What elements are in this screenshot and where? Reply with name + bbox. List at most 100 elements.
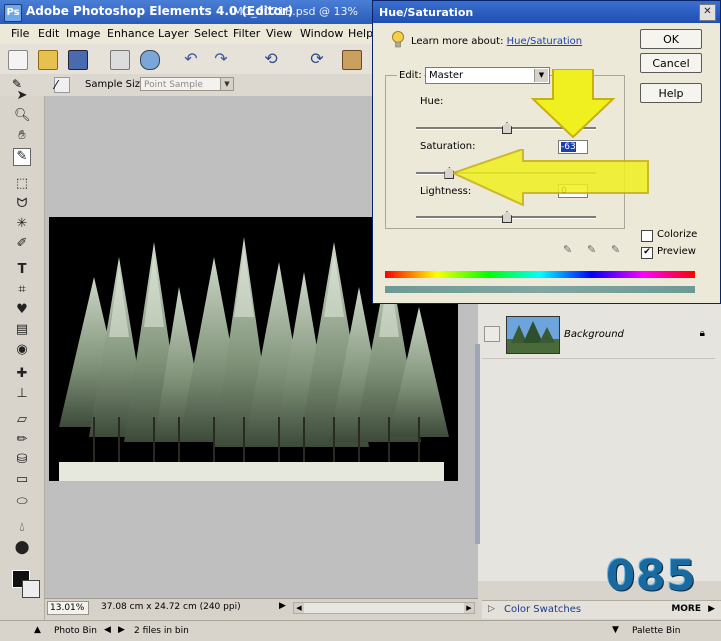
preview-checkbox[interactable]: ✔: [641, 247, 653, 259]
clone-stamp-tool-icon[interactable]: ⊥: [14, 386, 30, 402]
panel-collapse-handle[interactable]: [475, 344, 480, 544]
menu-enhance[interactable]: Enhance: [107, 27, 154, 40]
brush-tool-icon[interactable]: ✏: [14, 432, 30, 448]
hue-label: Hue:: [420, 96, 444, 107]
rotate-right-icon[interactable]: ⟳: [308, 50, 326, 68]
close-icon[interactable]: ✕: [699, 4, 716, 21]
lasso-tool-icon[interactable]: ᗢ: [14, 196, 30, 212]
hand-tool-icon[interactable]: ✋︎: [14, 128, 30, 144]
more-arrow-icon[interactable]: ▶: [708, 604, 715, 614]
visibility-toggle[interactable]: [484, 326, 500, 342]
files-in-bin-text: 2 files in bin: [134, 626, 189, 636]
zoom-tool-icon[interactable]: 🔍︎: [14, 108, 31, 124]
color-swatches-label: Color Swatches: [504, 604, 582, 615]
layer-thumbnail-image: [507, 317, 559, 353]
shortcuts-toolbar: ↶ ↷ ⟲ ⟳: [0, 44, 380, 75]
shape-tool-icon[interactable]: ⬭: [14, 494, 30, 510]
photo-bin-toggle-icon[interactable]: ▲: [34, 625, 41, 635]
gradient-tool-icon[interactable]: ▭: [14, 472, 30, 488]
active-eyedropper-icon[interactable]: ⁄: [54, 77, 70, 93]
straighten-tool-icon[interactable]: ▤: [14, 322, 30, 338]
palette-bin: Background 🔒︎ 085: [475, 304, 721, 600]
chevron-down-icon: ▼: [220, 78, 233, 90]
background-color-swatch[interactable]: [22, 580, 40, 598]
open-folder-icon[interactable]: [38, 50, 58, 70]
blur-tool-icon[interactable]: 💧︎: [14, 520, 30, 536]
help-button[interactable]: Help: [640, 83, 702, 103]
eyedropper-icon[interactable]: ✎: [563, 243, 577, 257]
eyedropper-tool-icon[interactable]: ✎: [13, 148, 31, 166]
bottom-bar: ▲ Photo Bin ◀ ▶ 2 files in bin ▼ Palette…: [0, 620, 721, 641]
menu-window[interactable]: Window: [300, 27, 343, 40]
sample-size-value: Point Sample: [144, 80, 203, 90]
zoom-level-field[interactable]: 13.01%: [47, 601, 89, 615]
next-file-icon[interactable]: ▶: [118, 625, 125, 635]
photo-bin-label[interactable]: Photo Bin: [54, 626, 97, 636]
expand-arrow-icon[interactable]: ▷: [488, 604, 495, 614]
learn-more-label: Learn more about:: [411, 36, 504, 47]
tutorial-arrow-left-icon: [453, 149, 649, 207]
selection-brush-tool-icon[interactable]: ✐: [14, 236, 30, 252]
learn-more-link[interactable]: Hue/Saturation: [507, 36, 583, 47]
cookie-cutter-tool-icon[interactable]: ♥: [14, 302, 30, 318]
organizer-icon[interactable]: [342, 50, 362, 70]
menu-view[interactable]: View: [266, 27, 292, 40]
lock-icon: 🔒︎: [699, 328, 705, 339]
layer-thumbnail: [506, 316, 560, 354]
palette-bin-toggle-icon[interactable]: ▼: [612, 625, 619, 635]
dialog-title-bar[interactable]: Hue/Saturation ✕: [373, 1, 720, 23]
toolbox: ➤ 🔍︎ ✋︎ ✎ ⬚ ᗢ ✳ ✐ T ⌗ ♥ ▤ ◉ ✚ ⊥ ▱ ✏ ⛁ ▭ …: [0, 88, 45, 624]
layer-name: Background: [564, 329, 624, 340]
lightbulb-icon: [392, 31, 404, 48]
menu-image[interactable]: Image: [66, 27, 100, 40]
scroll-right-icon[interactable]: ▶: [464, 603, 474, 613]
ok-button[interactable]: OK: [640, 29, 702, 49]
red-eye-tool-icon[interactable]: ◉: [14, 342, 30, 358]
menu-file[interactable]: File: [11, 27, 29, 40]
marquee-tool-icon[interactable]: ⬚: [14, 176, 30, 192]
scroll-left-icon[interactable]: ◀: [294, 603, 304, 613]
add-to-sample-eyedropper-icon[interactable]: ✎: [587, 243, 601, 257]
status-arrow-icon[interactable]: ▶: [279, 601, 286, 611]
eraser-tool-icon[interactable]: ▱: [14, 412, 30, 428]
colorize-checkbox[interactable]: [641, 230, 653, 242]
horizontal-scrollbar[interactable]: ◀ ▶: [293, 602, 475, 614]
menu-layer[interactable]: Layer: [158, 27, 189, 40]
crop-tool-icon[interactable]: ⌗: [14, 282, 30, 298]
previous-file-icon[interactable]: ◀: [104, 625, 111, 635]
redo-icon[interactable]: ↷: [212, 50, 230, 68]
layers-palette: Background 🔒︎ 085: [478, 304, 721, 600]
paint-bucket-tool-icon[interactable]: ⛁: [14, 452, 30, 468]
healing-brush-tool-icon[interactable]: ✚: [14, 366, 30, 382]
document-size-text: 37.08 cm x 24.72 cm (240 ppi): [101, 602, 241, 612]
menu-select[interactable]: Select: [194, 27, 228, 40]
save-icon[interactable]: [68, 50, 88, 70]
type-tool-icon[interactable]: T: [14, 262, 30, 278]
menu-bar: File Edit Image Enhance Layer Select Fil…: [0, 24, 380, 44]
subtract-from-sample-eyedropper-icon[interactable]: ✎: [611, 243, 625, 257]
menu-filter[interactable]: Filter: [233, 27, 260, 40]
print-icon[interactable]: [110, 50, 130, 70]
menu-edit[interactable]: Edit: [38, 27, 59, 40]
more-button[interactable]: MORE: [671, 604, 701, 614]
watermark-number: 085: [606, 551, 697, 600]
undo-icon[interactable]: ↶: [182, 50, 200, 68]
sponge-tool-icon[interactable]: ⬤: [14, 540, 30, 556]
rotate-left-icon[interactable]: ⟲: [262, 50, 280, 68]
menu-help[interactable]: Help: [348, 27, 373, 40]
learn-more-text: Learn more about: Hue/Saturation: [411, 36, 582, 47]
magic-wand-tool-icon[interactable]: ✳: [14, 216, 30, 232]
color-swatches-bar[interactable]: ▷ Color Swatches MORE ▶: [482, 600, 721, 619]
online-services-icon[interactable]: [140, 50, 160, 70]
tutorial-arrow-down-icon: [530, 69, 616, 139]
hue-saturation-dialog: Hue/Saturation ✕ Learn more about: Hue/S…: [372, 0, 721, 304]
sample-size-select[interactable]: Point Sample ▼: [140, 77, 234, 91]
status-bar: 13.01% 37.08 cm x 24.72 cm (240 ppi) ▶ ◀…: [45, 598, 478, 617]
file-title: IMG_0071B.psd @ 13%: [230, 5, 358, 18]
cancel-button[interactable]: Cancel: [640, 53, 702, 73]
palette-bin-label[interactable]: Palette Bin: [632, 626, 680, 636]
edit-label: Edit:: [397, 70, 424, 81]
new-file-icon[interactable]: [8, 50, 28, 70]
move-tool-icon[interactable]: ➤: [14, 88, 30, 104]
layer-row[interactable]: Background 🔒︎: [482, 312, 715, 359]
